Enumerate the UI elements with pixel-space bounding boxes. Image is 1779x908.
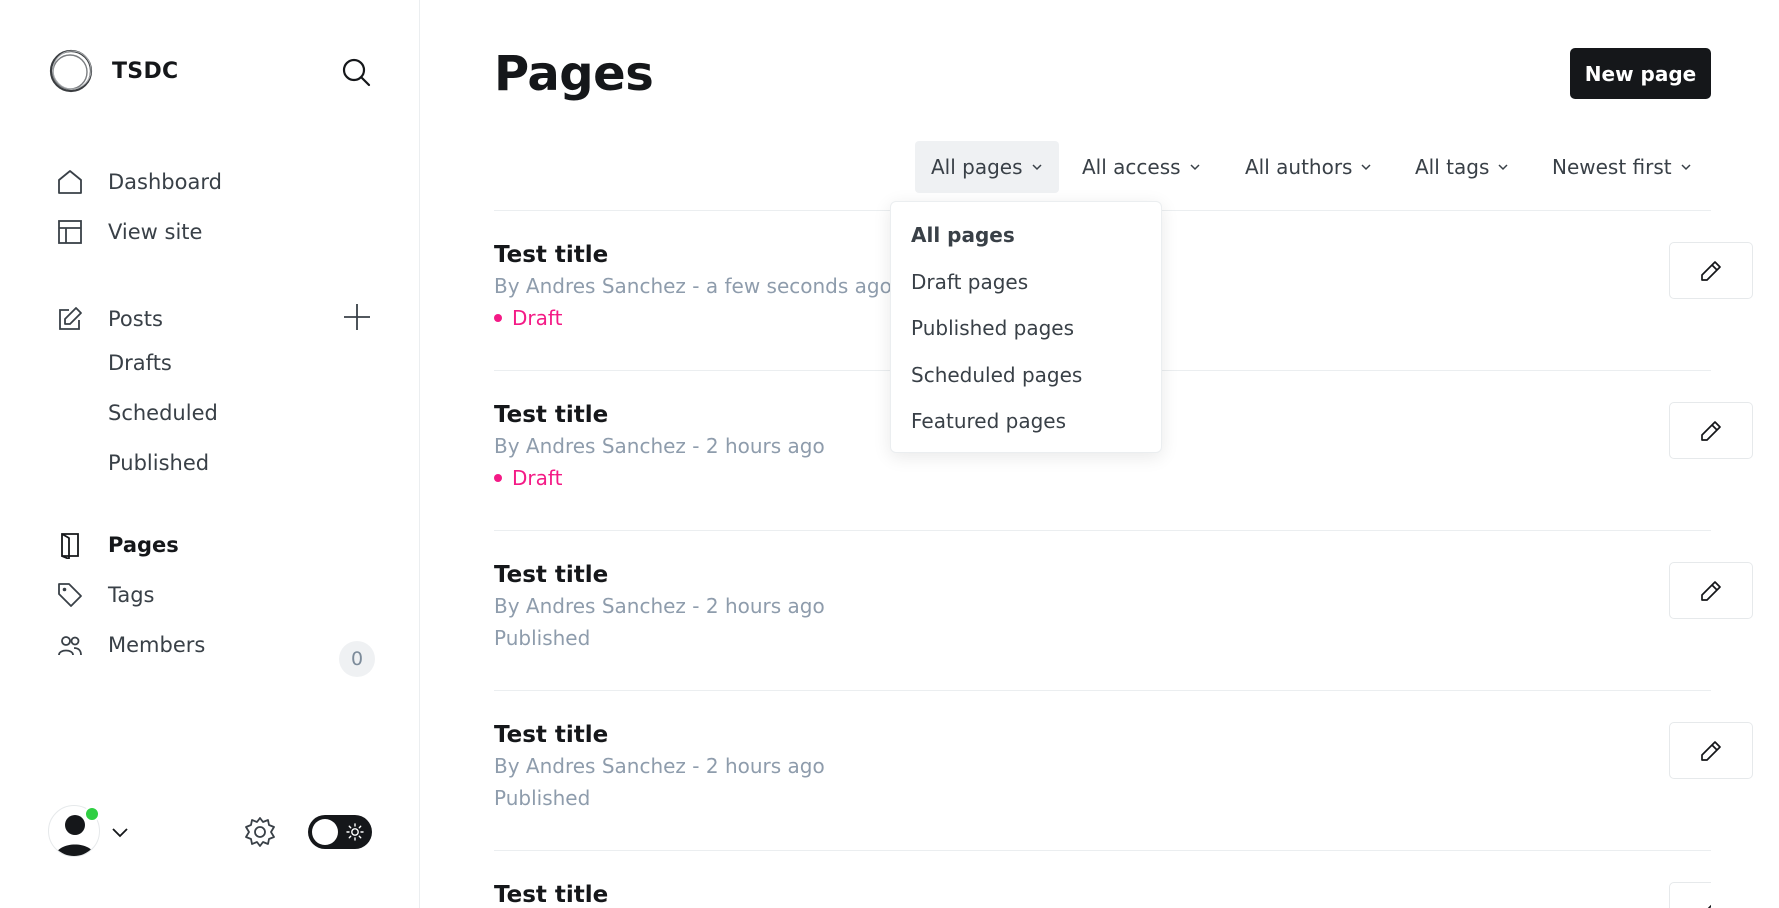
list-item[interactable]: Test title By Andres Sanchez - 2 hours a… — [494, 530, 1753, 690]
status-badge: Draft — [494, 306, 562, 330]
page-row-title: Test title — [494, 882, 609, 908]
status-badge: Published — [494, 786, 590, 810]
new-page-button[interactable]: New page — [1570, 48, 1711, 99]
main-content: Pages New page All pages All access All … — [421, 0, 1779, 908]
chevron-down-icon[interactable] — [110, 822, 130, 842]
home-icon — [56, 168, 84, 196]
page-row-meta: By Andres Sanchez - 2 hours ago — [494, 594, 825, 618]
nav-view-site-label: View site — [108, 220, 203, 244]
page-row-title: Test title — [494, 722, 609, 748]
chevron-down-icon — [1032, 164, 1042, 171]
status-label: Draft — [512, 306, 563, 330]
chevron-down-icon — [1498, 164, 1508, 171]
page-icon — [56, 531, 84, 559]
list-item[interactable]: Test title By Andres Sanchez - 2 hours a… — [494, 690, 1753, 850]
theme-toggle[interactable] — [308, 815, 372, 849]
nav-tags[interactable]: Tags — [56, 575, 155, 615]
nav-dashboard[interactable]: Dashboard — [56, 162, 222, 202]
pencil-icon — [1701, 260, 1721, 281]
dropdown-option-draft-pages[interactable]: Draft pages — [891, 259, 1161, 306]
filter-type-label: All pages — [931, 155, 1023, 179]
sidebar: TSDC Dashboard View site Posts Drafts Sc… — [0, 0, 420, 908]
pencil-icon — [1701, 580, 1721, 601]
chevron-down-icon — [1190, 164, 1200, 171]
dropdown-option-featured-pages[interactable]: Featured pages — [891, 398, 1161, 445]
dropdown-option-scheduled-pages[interactable]: Scheduled pages — [891, 352, 1161, 399]
edit-button[interactable] — [1669, 882, 1711, 908]
filter-tags-label: All tags — [1415, 155, 1490, 179]
page-row-meta: By Andres Sanchez - 2 hours ago — [494, 434, 825, 458]
edit-button[interactable] — [1669, 722, 1753, 779]
chevron-down-icon — [1681, 164, 1691, 171]
edit-button[interactable] — [1669, 562, 1753, 619]
nav-tags-label: Tags — [108, 583, 155, 607]
members-icon — [56, 631, 84, 659]
nav-members-label: Members — [108, 633, 206, 657]
pencil-icon — [1701, 420, 1721, 441]
page-title: Pages — [494, 46, 654, 102]
nav-published[interactable]: Published — [108, 443, 209, 483]
filter-authors-label: All authors — [1245, 155, 1353, 179]
edit-button[interactable] — [1669, 402, 1753, 459]
page-row-meta: By Andres Sanchez - a few seconds ago — [494, 274, 892, 298]
page-row-title: Test title — [494, 402, 609, 428]
members-count-badge: 0 — [339, 641, 375, 677]
nav-scheduled[interactable]: Scheduled — [108, 393, 218, 433]
nav-pages-label: Pages — [108, 533, 179, 557]
tag-icon — [56, 581, 84, 609]
page-row-title: Test title — [494, 562, 609, 588]
brand-name: TSDC — [112, 58, 179, 84]
filter-bar: All pages All access All authors All tag… — [421, 141, 1779, 193]
pencil-icon — [1701, 740, 1721, 761]
dropdown-option-all-pages[interactable]: All pages — [891, 212, 1161, 259]
add-post-icon[interactable] — [342, 302, 372, 332]
gear-icon[interactable] — [243, 815, 277, 849]
list-item[interactable]: Test title — [494, 850, 1711, 908]
nav-posts-label: Posts — [108, 307, 163, 331]
nav-drafts[interactable]: Drafts — [108, 343, 172, 383]
sun-icon — [346, 823, 364, 841]
status-badge: Published — [494, 626, 590, 650]
edit-post-icon — [56, 305, 84, 333]
status-badge: Draft — [494, 466, 562, 490]
page-type-dropdown: All pages Draft pages Published pages Sc… — [890, 201, 1162, 453]
edit-button[interactable] — [1669, 242, 1753, 299]
status-label: Published — [494, 786, 591, 810]
page-row-title: Test title — [494, 242, 609, 268]
layout-icon — [56, 218, 84, 246]
brand-logo-icon — [49, 49, 93, 93]
nav-members[interactable]: Members — [56, 625, 205, 665]
filter-access[interactable]: All access — [1066, 141, 1217, 193]
nav-posts[interactable]: Posts — [56, 299, 163, 339]
filter-authors[interactable]: All authors — [1229, 141, 1388, 193]
page-row-meta: By Andres Sanchez - 2 hours ago — [494, 754, 825, 778]
nav-dashboard-label: Dashboard — [108, 170, 222, 194]
status-label: Draft — [512, 466, 563, 490]
filter-tags[interactable]: All tags — [1399, 141, 1525, 193]
draft-dot — [494, 314, 502, 322]
online-status-dot — [84, 806, 100, 822]
draft-dot — [494, 474, 502, 482]
filter-access-label: All access — [1082, 155, 1181, 179]
nav-view-site[interactable]: View site — [56, 212, 202, 252]
theme-toggle-knob — [312, 819, 338, 845]
status-label: Published — [494, 626, 591, 650]
filter-order-label: Newest first — [1552, 155, 1672, 179]
chevron-down-icon — [1361, 164, 1372, 171]
filter-type[interactable]: All pages — [915, 141, 1059, 193]
filter-order[interactable]: Newest first — [1536, 141, 1708, 193]
dropdown-option-published-pages[interactable]: Published pages — [891, 305, 1161, 352]
pencil-icon — [1707, 904, 1711, 908]
nav-pages[interactable]: Pages — [56, 525, 179, 565]
search-icon[interactable] — [340, 56, 372, 88]
brand[interactable]: TSDC — [48, 48, 178, 94]
